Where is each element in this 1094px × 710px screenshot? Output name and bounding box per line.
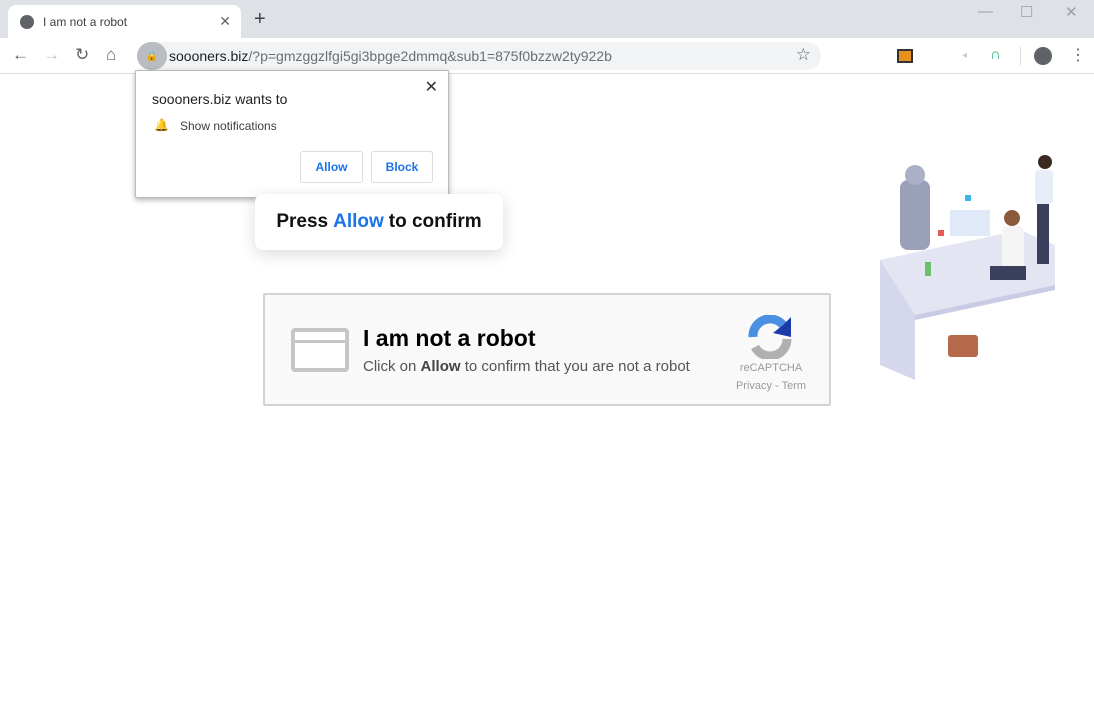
subtitle-text: Click on	[363, 358, 417, 375]
captcha-subtitle: Click on Allow to confirm that you are n…	[363, 358, 690, 375]
bell-icon: 🔔	[154, 118, 169, 132]
prompt-text: Press	[276, 211, 329, 232]
home-button[interactable]: ⌂	[106, 45, 116, 65]
subtitle-allow: Allow	[420, 358, 461, 375]
notification-permission-popup: soooners.biz wants to ✕ 🔔 Show notificat…	[135, 70, 449, 198]
close-window-button[interactable]: ✕	[1065, 3, 1078, 21]
menu-kebab-icon[interactable]: ⋮	[1070, 45, 1086, 65]
globe-icon	[20, 14, 34, 29]
new-tab-button[interactable]: +	[254, 8, 266, 31]
toolbar: ← → ↻ ⌂ 🔒 soooners.biz/?p=gmzggzlfgi5gi3…	[0, 38, 1094, 74]
privacy-terms-links[interactable]: Privacy - Term	[727, 377, 815, 395]
back-button[interactable]: ←	[12, 45, 29, 65]
popup-title: soooners.biz wants to	[152, 91, 288, 107]
maximize-button[interactable]: ☐	[1020, 3, 1033, 21]
url-path: /?p=gmzggzlfgi5gi3bpge2dmmq&sub1=875f0bz…	[248, 48, 612, 64]
address-bar[interactable]: 🔒 soooners.biz/?p=gmzggzlfgi5gi3bpge2dmm…	[137, 42, 821, 70]
minimize-button[interactable]: —	[978, 3, 993, 20]
office-robot-illustration	[880, 155, 1055, 380]
browser-window-icon	[291, 328, 349, 372]
tab-title: I am not a robot	[43, 14, 128, 29]
tab-close-icon[interactable]: ✕	[219, 13, 231, 30]
bookmark-star-icon[interactable]: ☆	[796, 45, 811, 65]
recaptcha-logo-icon	[748, 315, 792, 359]
extension-icon[interactable]	[897, 49, 913, 63]
divider	[1020, 47, 1021, 65]
captcha-title: I am not a robot	[363, 325, 536, 351]
block-button[interactable]: Block	[371, 151, 433, 183]
tab-bar: I am not a robot ✕ + — ☐ ✕	[0, 0, 1094, 38]
prompt-allow-text: Allow	[333, 211, 384, 232]
forward-button[interactable]: →	[43, 45, 60, 65]
fake-captcha-box: I am not a robot Click on Allow to confi…	[263, 293, 831, 406]
extension-icon[interactable]: ◂	[962, 50, 967, 61]
permission-text: Show notifications	[180, 119, 277, 133]
reload-button[interactable]: ↻	[75, 45, 89, 65]
url-host: soooners.biz	[169, 48, 249, 64]
lock-icon[interactable]: 🔒	[137, 42, 167, 70]
subtitle-text: to confirm that you are not a robot	[464, 358, 690, 375]
press-allow-banner: Press Allow to confirm	[255, 194, 503, 250]
recaptcha-label: reCAPTCHA Privacy - Term	[727, 359, 815, 395]
popup-close-icon[interactable]: ✕	[425, 77, 438, 97]
tab-active[interactable]: I am not a robot ✕	[8, 5, 241, 38]
prompt-text: to confirm	[388, 211, 482, 232]
headphones-extension-icon[interactable]: ∩	[990, 46, 1001, 63]
recaptcha-brand: reCAPTCHA	[739, 362, 803, 374]
allow-button[interactable]: Allow	[300, 151, 363, 183]
profile-avatar-icon[interactable]	[1034, 47, 1052, 65]
